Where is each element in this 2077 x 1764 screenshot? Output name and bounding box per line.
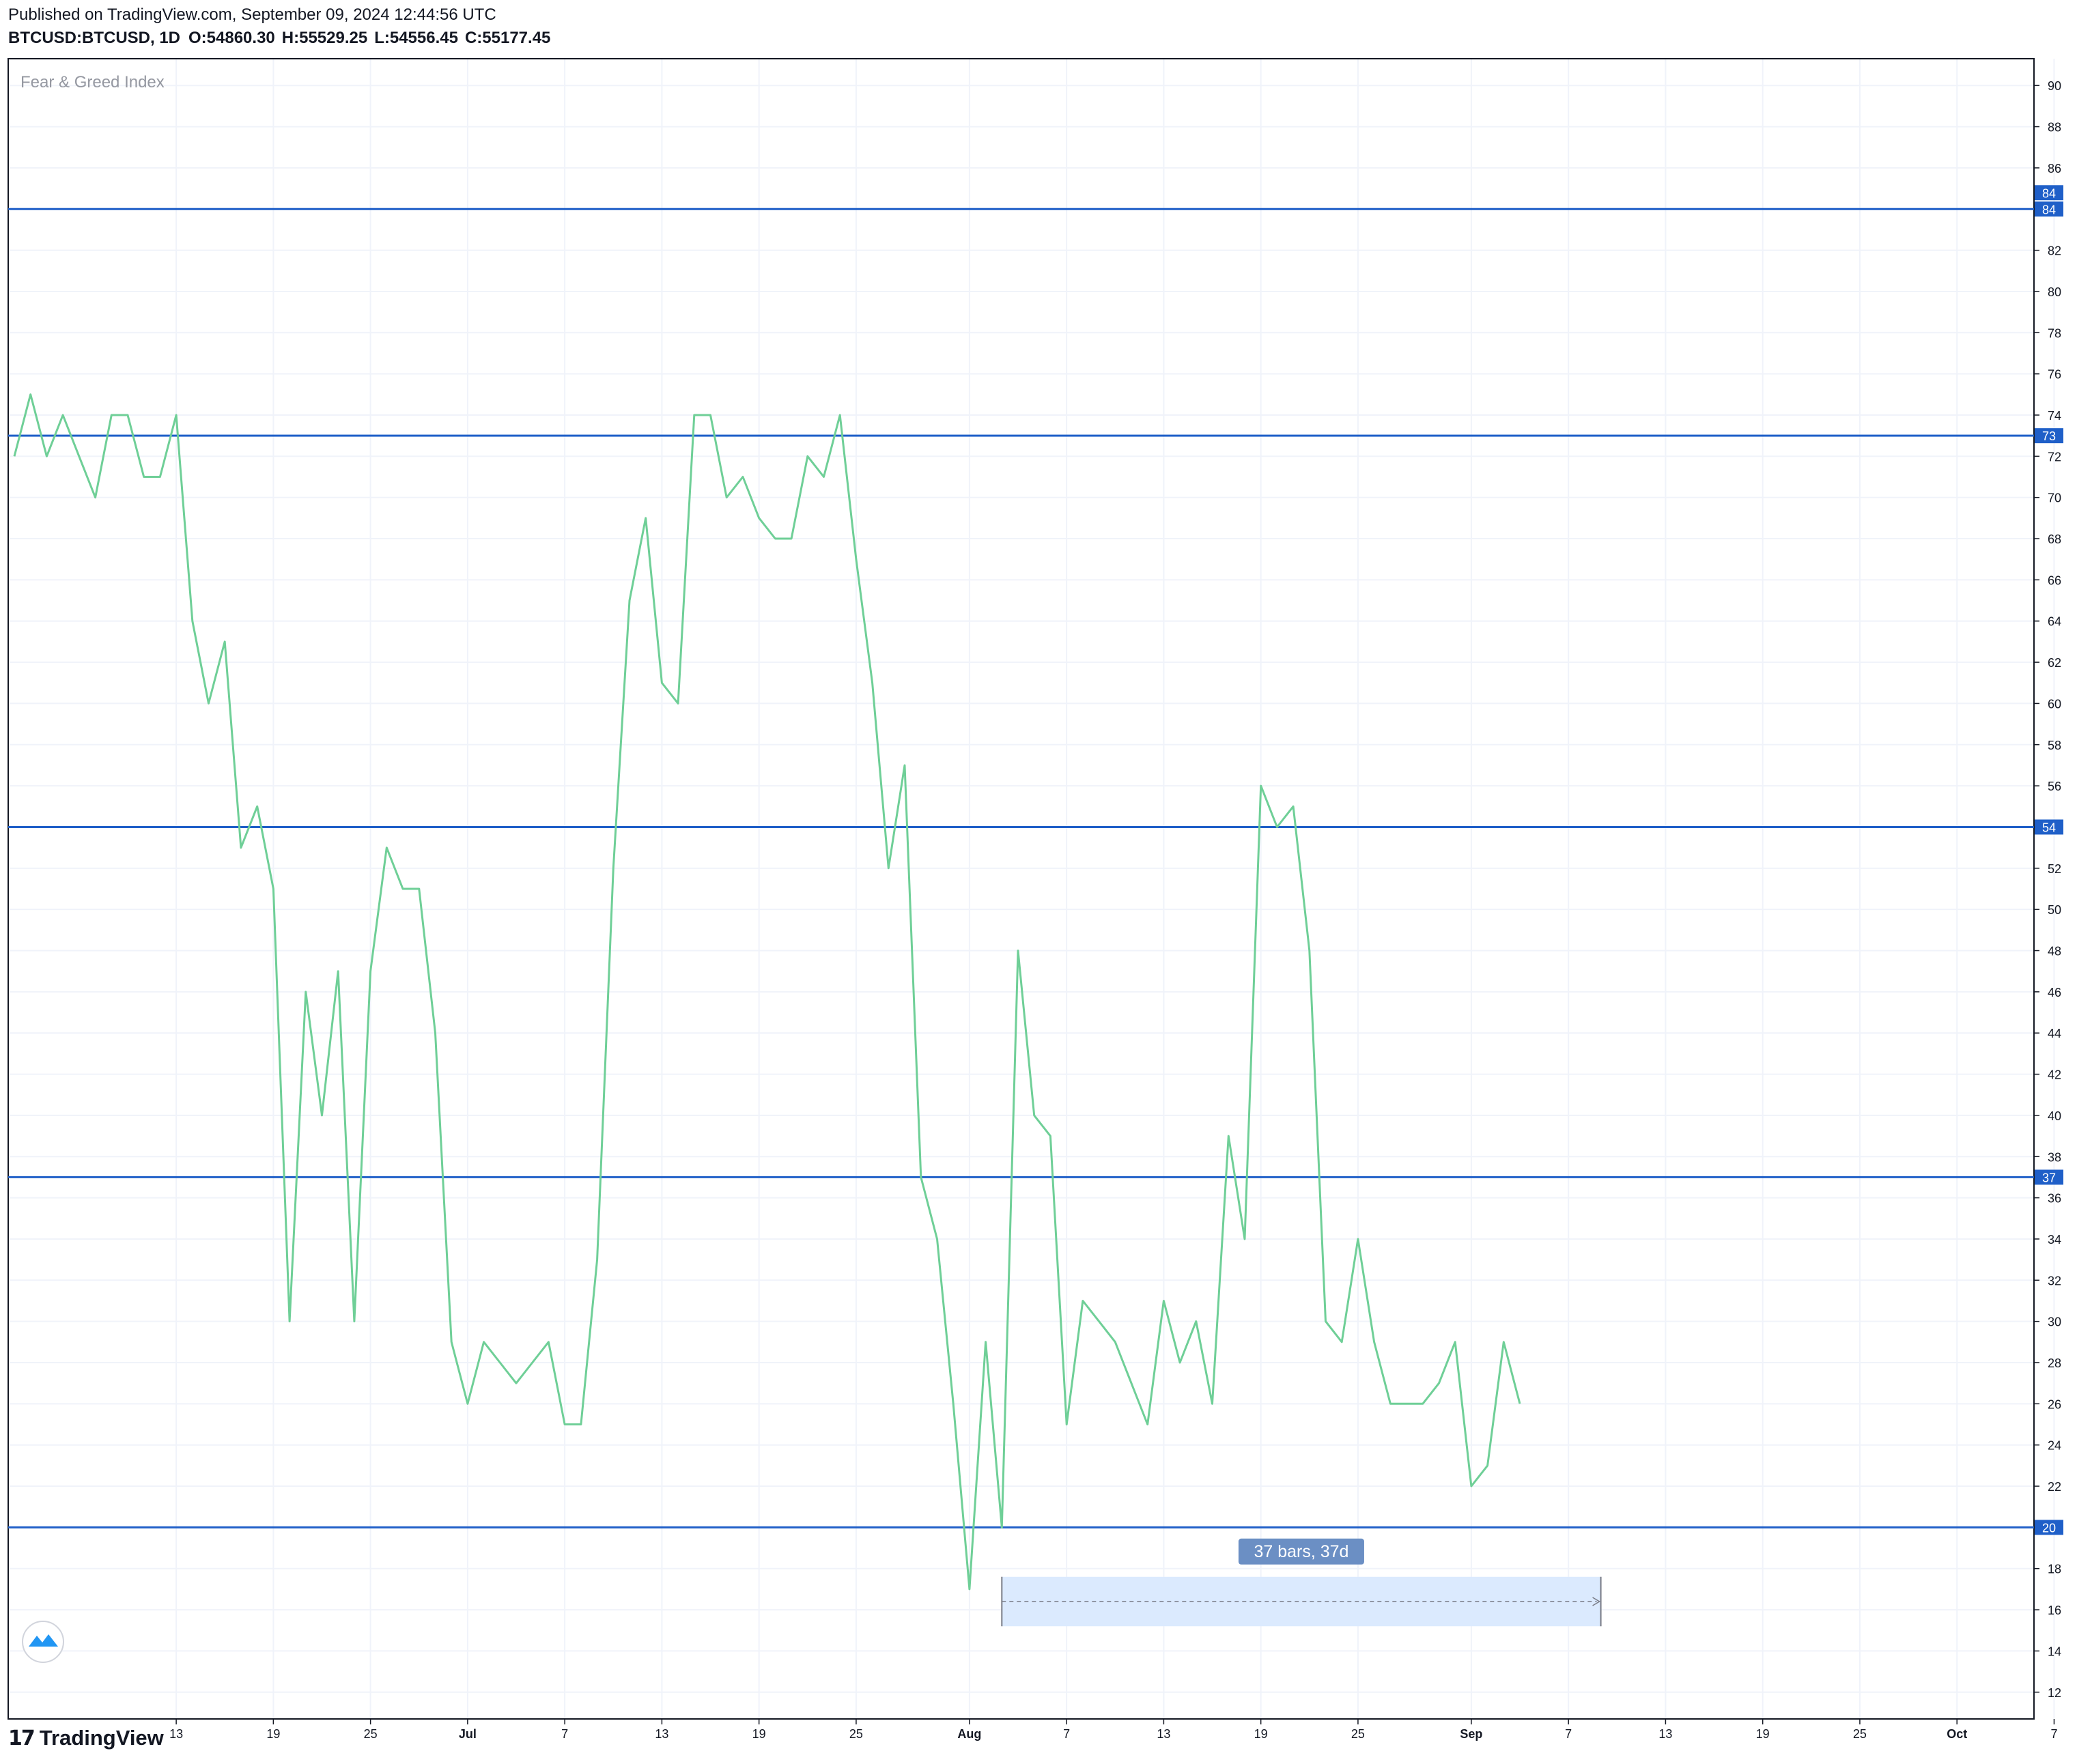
price-tick-label: 60 <box>2048 697 2061 711</box>
time-tick-label: 7 <box>2050 1727 2057 1741</box>
time-tick-label: 7 <box>1565 1727 1572 1741</box>
price-tick-label: 44 <box>2048 1027 2061 1040</box>
time-tick-label: 13 <box>1658 1727 1672 1741</box>
price-tick-label: 40 <box>2048 1109 2061 1123</box>
price-tick-label: 82 <box>2048 244 2061 258</box>
price-tick-label: 26 <box>2048 1397 2061 1411</box>
time-tick-label: 25 <box>364 1727 378 1741</box>
price-tick-label: 66 <box>2048 573 2061 587</box>
logo-button[interactable] <box>22 1621 64 1663</box>
time-tick-label: 13 <box>1157 1727 1170 1741</box>
price-tick-label: 12 <box>2048 1686 2061 1700</box>
price-tick-label: 48 <box>2048 945 2061 958</box>
price-tick-label: 36 <box>2048 1192 2061 1206</box>
price-tick-label: 50 <box>2048 903 2061 917</box>
tradingview-wordmark: TradingView <box>39 1726 164 1750</box>
level-badge-label: 54 <box>2042 821 2056 834</box>
price-tick-label: 16 <box>2048 1604 2061 1617</box>
price-tick-label: 28 <box>2048 1356 2061 1370</box>
indicator-title: Fear & Greed Index <box>20 73 165 91</box>
price-tick-label: 86 <box>2048 162 2061 175</box>
time-tick-label: 19 <box>752 1727 766 1741</box>
time-tick-label: 25 <box>1351 1727 1365 1741</box>
time-tick-label: 19 <box>1756 1727 1770 1741</box>
level-badge-label: 20 <box>2042 1521 2056 1535</box>
price-tick-label: 14 <box>2048 1645 2061 1658</box>
chart-svg[interactable]: 37 bars, 37d 12 14 16 18 20 22 24 26 28 30 32 34 36 3… <box>0 0 2077 1764</box>
time-tick-label: 25 <box>849 1727 863 1741</box>
level-badge-label: 84 <box>2042 186 2056 200</box>
time-tick-label: 19 <box>266 1727 280 1741</box>
price-tick-label: 22 <box>2048 1480 2061 1494</box>
price-tick-label: 76 <box>2048 368 2061 382</box>
time-axis: 13 19 25 Jul 7 13 19 25 Aug 7 13 19 25 Sep 7 13 19 25 Oct 7 <box>169 1719 2057 1741</box>
price-tick-label: 72 <box>2048 450 2061 464</box>
time-tick-label: 25 <box>1853 1727 1867 1741</box>
price-tick-label: 38 <box>2048 1150 2061 1164</box>
price-tick-label: 42 <box>2048 1068 2061 1082</box>
grid <box>8 59 2055 1719</box>
price-tick-label: 58 <box>2048 739 2061 752</box>
price-tick-label: 30 <box>2048 1315 2061 1329</box>
price-tick-label: 64 <box>2048 615 2061 629</box>
plot-frame <box>8 58 2035 1720</box>
price-axis: 12 14 16 18 20 22 24 26 28 30 32 34 36 38 40 42 44 46 48 50… <box>2034 79 2061 1700</box>
level-badge-label: 37 <box>2042 1171 2056 1184</box>
price-tick-label: 74 <box>2048 409 2061 423</box>
time-tick-label: 7 <box>1063 1727 1070 1741</box>
time-tick-label: 13 <box>655 1727 668 1741</box>
price-tick-label: 70 <box>2048 492 2061 505</box>
time-tick-label: 7 <box>561 1727 568 1741</box>
price-axis-badges: 84 84 73 54 37 20 <box>2035 185 2063 1535</box>
time-tick-label: Oct <box>1947 1727 1967 1741</box>
time-tick-label: Sep <box>1460 1727 1482 1741</box>
price-tick-label: 62 <box>2048 656 2061 670</box>
tradingview-brand[interactable]: 17 TradingView <box>8 1726 164 1750</box>
price-tick-label: 52 <box>2048 862 2061 876</box>
price-tick-label: 34 <box>2048 1233 2061 1247</box>
price-tick-label: 78 <box>2048 326 2061 340</box>
price-tick-label: 24 <box>2048 1439 2061 1453</box>
price-tick-label: 18 <box>2048 1563 2061 1576</box>
price-tick-label: 56 <box>2048 780 2061 793</box>
measure-label: 37 bars, 37d <box>1254 1542 1348 1561</box>
tradingview-logo-icon: 17 <box>8 1726 36 1750</box>
price-tick-label: 80 <box>2048 285 2061 299</box>
time-tick-label: Aug <box>957 1727 981 1741</box>
price-tick-label: 68 <box>2048 532 2061 546</box>
measure-box[interactable] <box>1002 1576 1601 1627</box>
time-tick-label: 13 <box>169 1727 183 1741</box>
level-badge-label: 73 <box>2042 429 2056 443</box>
price-tick-label: 90 <box>2048 79 2061 93</box>
time-tick-label: Jul <box>459 1727 477 1741</box>
date-range-measure[interactable]: 37 bars, 37d <box>1001 1538 1602 1627</box>
price-tick-label: 46 <box>2048 986 2061 999</box>
price-tick-label: 32 <box>2048 1274 2061 1288</box>
level-badge-label: 84 <box>2042 203 2056 216</box>
time-tick-label: 19 <box>1254 1727 1268 1741</box>
price-tick-label: 88 <box>2048 121 2061 134</box>
